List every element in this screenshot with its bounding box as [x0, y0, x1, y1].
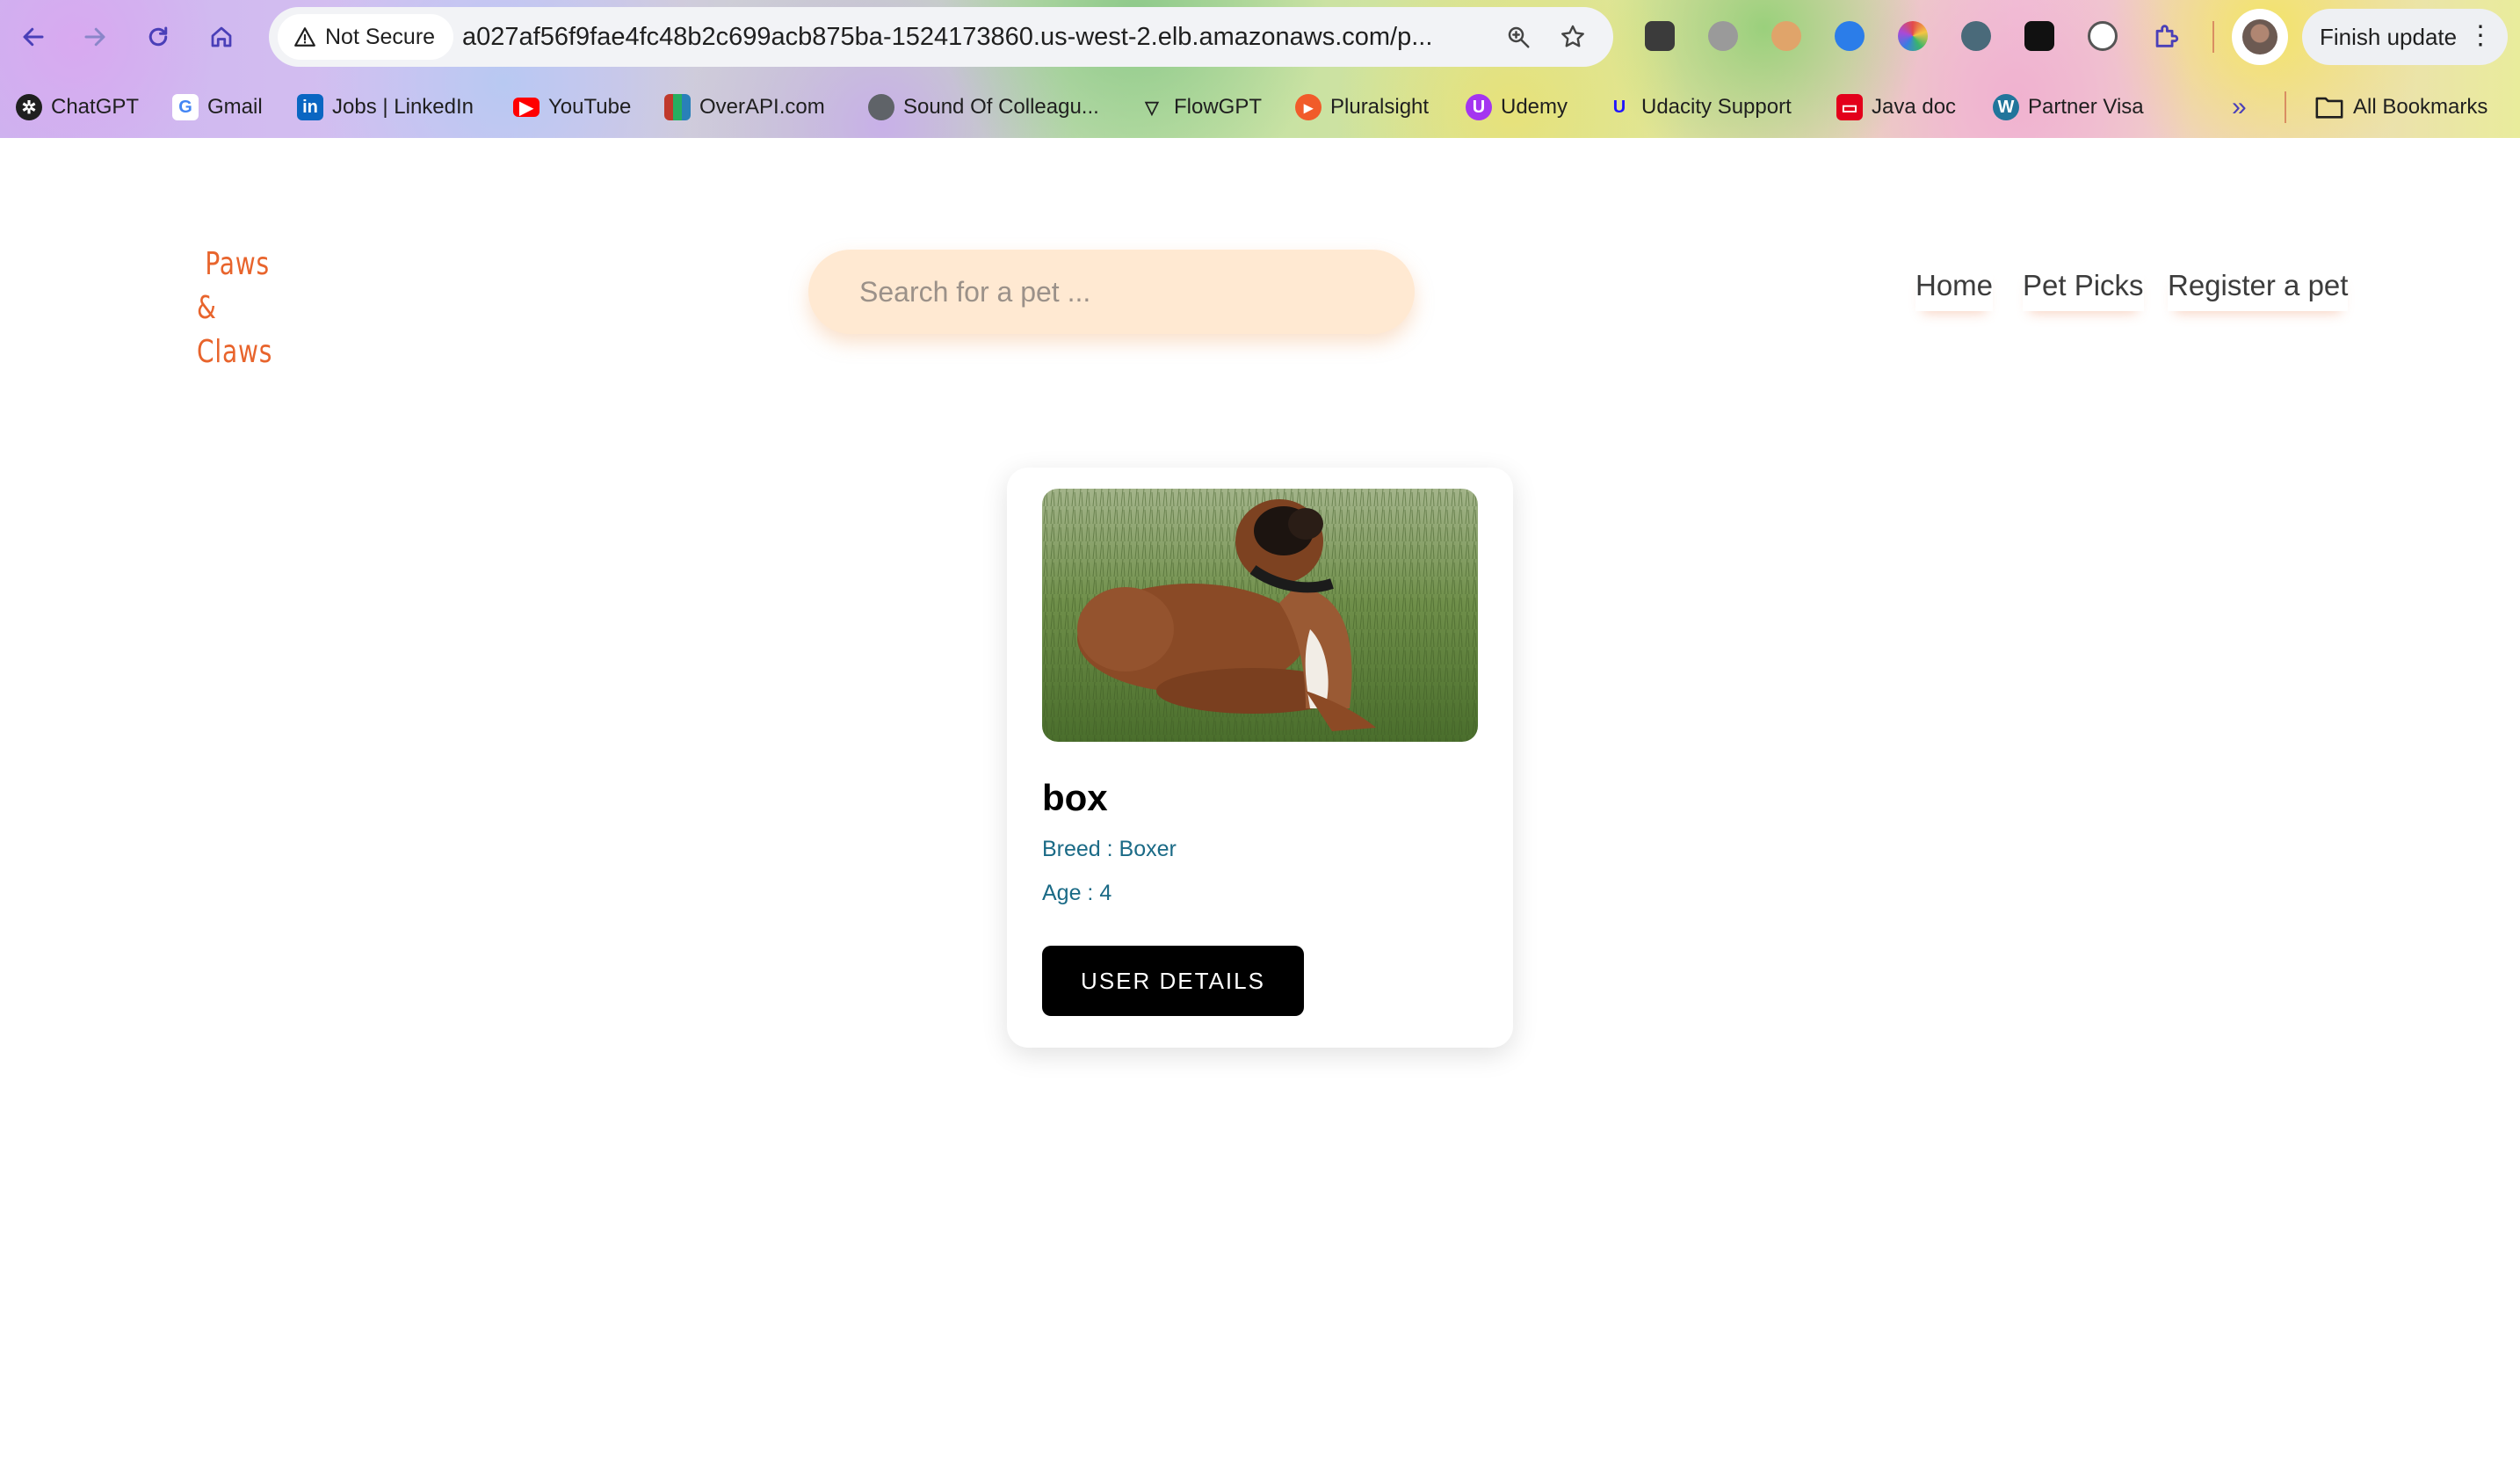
bookmark-sound-of-colleagues[interactable]: Sound Of Colleagu... [868, 90, 1099, 125]
bookmark-youtube[interactable]: ▶ YouTube [513, 90, 631, 125]
toolbar-divider [2212, 21, 2214, 53]
bookmark-star-button[interactable] [1557, 21, 1589, 53]
bookmark-gmail[interactable]: G Gmail [172, 90, 263, 125]
user-details-button[interactable]: USER DETAILS [1042, 946, 1304, 1016]
udemy-icon: U [1466, 94, 1492, 120]
arrow-left-icon [23, 27, 44, 47]
globe-icon [868, 94, 894, 120]
glasses-extension-icon[interactable] [1771, 21, 1801, 51]
chevron-double-right-icon: » [2232, 92, 2247, 121]
chatgpt-extension-icon[interactable] [2024, 21, 2054, 51]
speechify-icon[interactable] [1835, 21, 1865, 51]
pet-name: box [1042, 777, 1108, 818]
flowgpt-icon: ▽ [1145, 98, 1159, 118]
arrow-right-icon [84, 27, 105, 47]
address-bar[interactable]: Not Secure a027af56f9fae4fc48b2c699acb87… [269, 7, 1613, 67]
all-bookmarks-label: All Bookmarks [2353, 95, 2488, 119]
security-chip[interactable]: Not Secure [278, 14, 453, 60]
chatgpt-icon: ✲ [16, 94, 42, 120]
bookmark-udemy[interactable]: U Udemy [1466, 90, 1568, 125]
all-bookmarks-button[interactable]: All Bookmarks [2314, 90, 2487, 125]
pet-age: Age : 4 [1042, 881, 1112, 905]
finish-update-label: Finish update [2320, 23, 2458, 50]
wordpress-icon: W [1993, 94, 2019, 120]
home-button[interactable] [199, 14, 244, 60]
back-button[interactable] [11, 14, 56, 60]
bookmark-label: Gmail [207, 95, 263, 119]
pet-card: box Breed : Boxer Age : 4 USER DETAILS [1007, 468, 1513, 1048]
nav-register-pet-link[interactable]: Register a pet [2168, 269, 2348, 311]
bookmark-label: Udemy [1501, 95, 1568, 119]
bookmark-label: YouTube [548, 95, 632, 119]
bookmark-linkedin[interactable]: in Jobs | LinkedIn [297, 90, 474, 125]
udacity-icon: U [1612, 97, 1626, 117]
bookmark-label: Pluralsight [1330, 95, 1430, 119]
bookmark-label: FlowGPT [1174, 95, 1263, 119]
youtube-icon: ▶ [513, 98, 539, 118]
folder-icon [2315, 97, 2343, 119]
bookmark-pluralsight[interactable]: ▸ Pluralsight [1295, 90, 1429, 125]
bookmark-label: ChatGPT [51, 95, 140, 119]
bookmark-label: OverAPI.com [699, 95, 825, 119]
zoom-button[interactable] [1503, 21, 1534, 53]
timer-icon[interactable] [2088, 21, 2118, 51]
warning-icon [294, 27, 315, 47]
bookmark-label: Jobs | LinkedIn [332, 95, 474, 119]
linkedin-icon: in [297, 94, 323, 120]
more-menu-icon[interactable]: ⋮ [2467, 21, 2494, 51]
logo-line1: Paws [205, 246, 270, 282]
pluralsight-icon: ▸ [1295, 94, 1322, 120]
pet-breed: Breed : Boxer [1042, 837, 1177, 861]
google-icon: G [172, 94, 199, 120]
reload-button[interactable] [135, 14, 181, 60]
home-icon [211, 26, 232, 47]
oracle-icon: ▭ [1836, 94, 1863, 120]
bookmark-chatgpt[interactable]: ✲ ChatGPT [16, 90, 139, 125]
bookmark-label: Sound Of Colleagu... [903, 95, 1099, 119]
bookmark-label: Udacity Support [1641, 95, 1792, 119]
zoom-icon [1508, 26, 1530, 48]
bookmarks-divider [2285, 91, 2286, 123]
star-icon [1561, 25, 1584, 47]
nav-home-link[interactable]: Home [1915, 269, 1993, 311]
bookmark-flowgpt[interactable]: ▽ FlowGPT [1139, 90, 1262, 125]
forward-button[interactable] [72, 14, 118, 60]
bookmark-overapi[interactable]: OverAPI.com [664, 90, 825, 125]
url-text[interactable]: a027af56f9fae4fc48b2c699acb875ba-1524173… [462, 23, 1481, 52]
profile-avatar[interactable] [2232, 9, 2288, 65]
reload-icon [148, 26, 168, 47]
site-logo[interactable]: Paws & Claws [197, 243, 272, 374]
chrome-color-icon[interactable] [1898, 21, 1928, 51]
bookmark-label: Partner Visa [2028, 95, 2144, 119]
security-label: Not Secure [325, 24, 436, 49]
bookmark-partner-visa[interactable]: W Partner Visa [1993, 90, 2144, 125]
logo-line2: & Claws [197, 290, 273, 370]
bookmarks-bar: ✲ ChatGPT G Gmail in Jobs | LinkedIn ▶ Y… [0, 81, 2520, 132]
nav-pet-picks-link[interactable]: Pet Picks [2023, 269, 2144, 311]
overapi-icon [664, 94, 691, 120]
search-input[interactable] [808, 250, 1415, 334]
bookmark-java-doc[interactable]: ▭ Java doc [1836, 90, 1956, 125]
bookmark-udacity-support[interactable]: U Udacity Support [1606, 90, 1792, 125]
finish-update-button[interactable]: Finish update ⋮ [2302, 9, 2508, 65]
more-bookmarks-button[interactable]: » [2232, 90, 2247, 125]
browser-chrome: Not Secure a027af56f9fae4fc48b2c699acb87… [0, 0, 2520, 138]
screenshot-icon[interactable] [1708, 21, 1738, 51]
selenium-ide-icon[interactable] [1645, 21, 1675, 51]
bookmark-label: Java doc [1872, 95, 1957, 119]
extensions-puzzle-icon[interactable] [2151, 21, 2181, 51]
pet-photo [1042, 489, 1478, 742]
grammar-icon[interactable] [1961, 21, 1991, 51]
